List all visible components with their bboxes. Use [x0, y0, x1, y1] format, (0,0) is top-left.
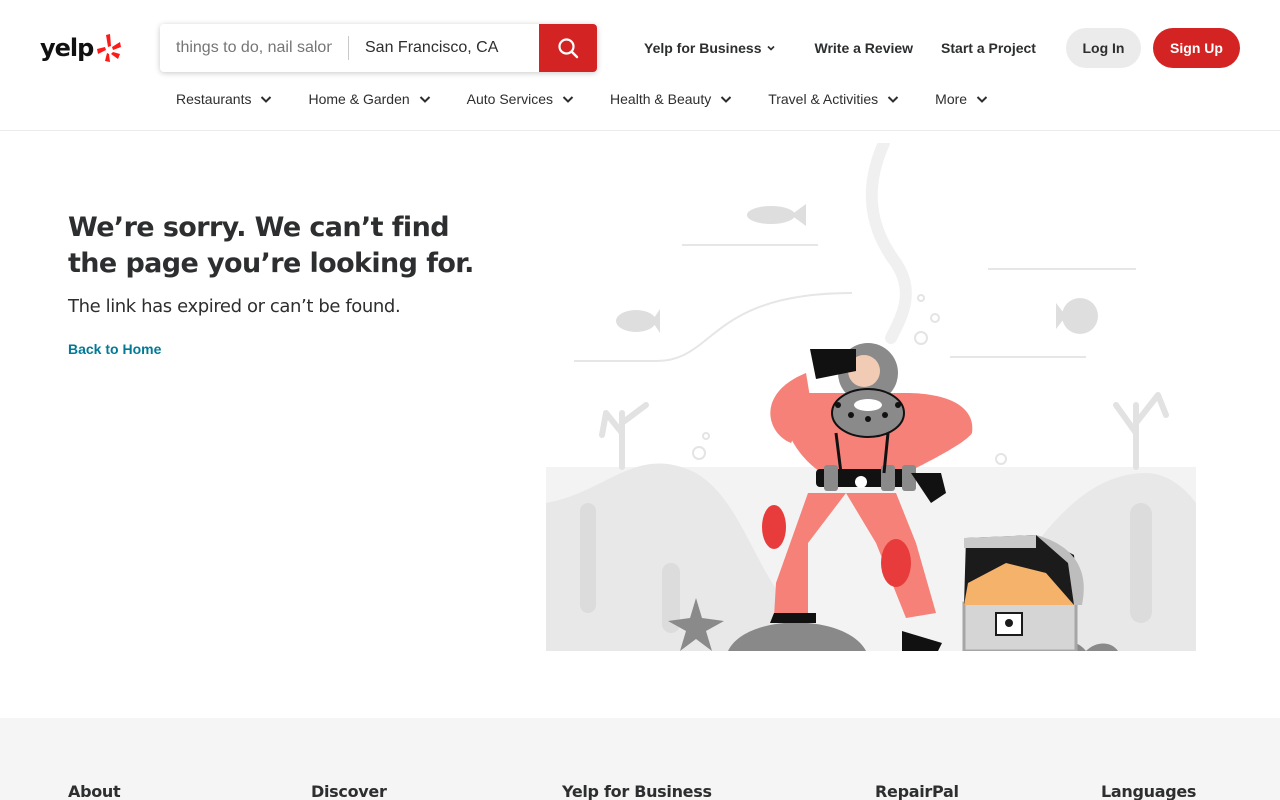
search-icon — [558, 38, 579, 59]
footer-heading-yelp-for-business: Yelp for Business — [562, 782, 712, 800]
yelp-logo[interactable]: yelp — [40, 30, 124, 66]
error-title: We’re sorry. We can’t find the page you’… — [68, 212, 474, 279]
category-label: Home & Garden — [308, 91, 410, 107]
footer-heading-about: About — [68, 782, 121, 800]
start-project-link[interactable]: Start a Project — [927, 40, 1050, 56]
category-health-beauty[interactable]: Health & Beauty — [610, 91, 733, 107]
site-footer: About Discover Yelp for Business RepairP… — [0, 718, 1280, 800]
yelp-for-business-label: Yelp for Business — [644, 40, 762, 56]
chevron-down-icon — [261, 96, 272, 103]
login-button[interactable]: Log In — [1066, 28, 1141, 68]
category-more[interactable]: More — [935, 91, 989, 107]
yelp-burst-icon — [97, 34, 122, 62]
search-button[interactable] — [539, 24, 597, 72]
error-message-block: We’re sorry. We can’t find the page you’… — [68, 210, 488, 359]
footer-heading-discover: Discover — [311, 782, 387, 800]
chevron-down-icon — [419, 96, 430, 103]
chevron-down-icon — [767, 45, 776, 51]
site-header: yelp Yelp for Business Wri — [0, 0, 1280, 131]
chevron-down-icon — [562, 96, 574, 103]
diver-illustration — [546, 143, 1196, 651]
category-label: More — [935, 91, 968, 107]
footer-heading-repairpal: RepairPal — [875, 782, 959, 800]
chevron-down-icon — [887, 96, 899, 103]
write-review-label: Write a Review — [814, 40, 914, 56]
top-nav: Yelp for Business Write a Review Start a… — [630, 30, 1050, 66]
category-label: Travel & Activities — [768, 91, 879, 107]
category-label: Restaurants — [176, 91, 252, 107]
footer-heading-languages: Languages — [1101, 782, 1197, 800]
search-bar — [160, 24, 597, 72]
write-review-link[interactable]: Write a Review — [800, 40, 927, 56]
yelp-for-business-menu[interactable]: Yelp for Business — [630, 40, 790, 56]
chevron-down-icon — [720, 96, 732, 103]
search-find-input[interactable] — [160, 24, 348, 72]
category-home-garden[interactable]: Home & Garden — [308, 91, 431, 107]
search-location-input[interactable] — [349, 24, 539, 72]
start-project-label: Start a Project — [941, 40, 1036, 56]
category-travel-activities[interactable]: Travel & Activities — [768, 91, 900, 107]
error-subtitle: The link has expired or can’t be found. — [68, 296, 401, 317]
logo-wordmark: yelp — [40, 34, 94, 62]
category-auto-services[interactable]: Auto Services — [467, 91, 575, 107]
category-nav: Restaurants Home & Garden Auto Services … — [176, 84, 1024, 114]
back-to-home-link[interactable]: Back to Home — [68, 341, 161, 357]
category-label: Health & Beauty — [610, 91, 712, 107]
category-label: Auto Services — [466, 91, 554, 107]
category-restaurants[interactable]: Restaurants — [176, 91, 273, 107]
signup-button[interactable]: Sign Up — [1153, 28, 1240, 68]
chevron-down-icon — [976, 96, 988, 103]
